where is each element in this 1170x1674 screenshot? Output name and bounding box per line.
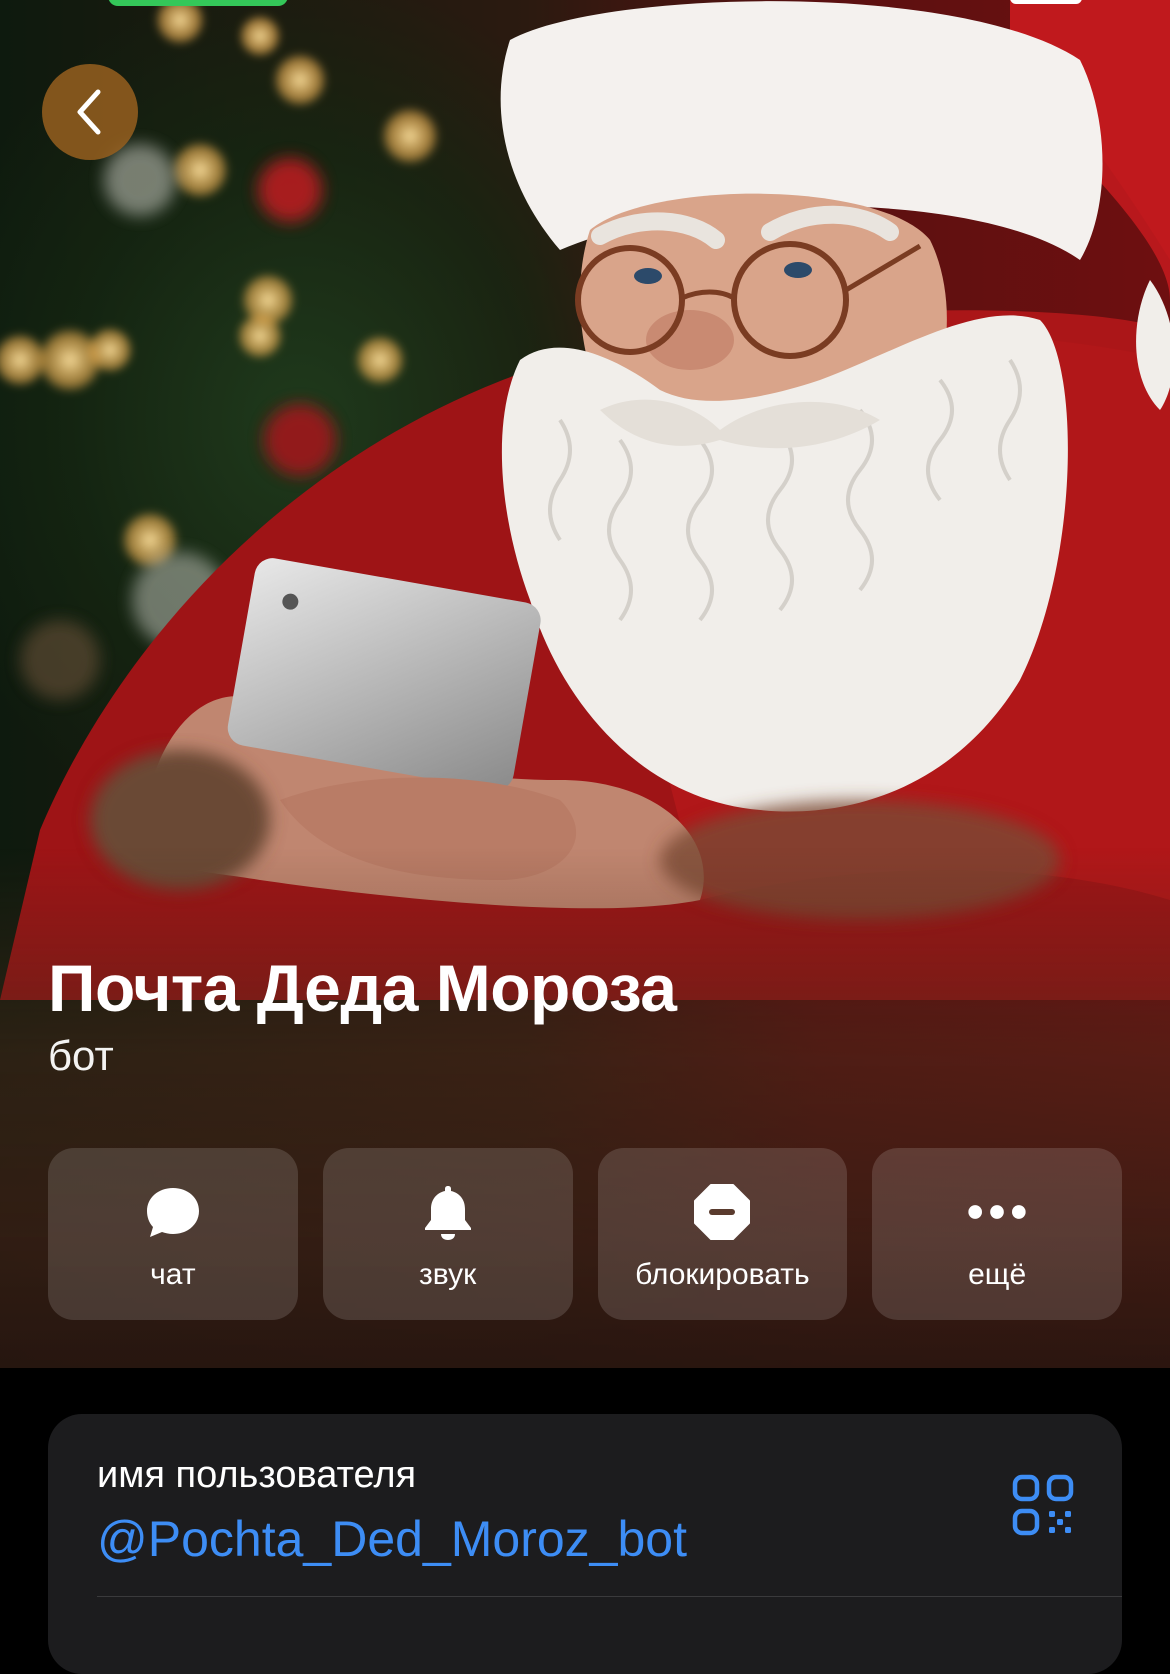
profile-subtitle: бот: [48, 1032, 114, 1079]
info-card: имя пользователя @Pochta_Ded_Moroz_bot: [48, 1414, 1122, 1674]
username-label: имя пользователя: [97, 1454, 417, 1496]
chat-button[interactable]: чат: [48, 1148, 298, 1320]
chevron-left-icon: [77, 89, 101, 135]
bell-icon: [418, 1182, 478, 1242]
more-button-label: ещё: [968, 1258, 1027, 1291]
qr-code-icon: [1012, 1474, 1074, 1536]
action-buttons: чат звук блокировать ещё: [48, 1148, 1122, 1320]
sound-button-label: звук: [419, 1258, 477, 1291]
block-button-label: блокировать: [635, 1258, 810, 1291]
back-button[interactable]: [42, 64, 138, 160]
profile-header: Почта Деда Мороза бот чат звук блокирова…: [0, 0, 1170, 1368]
qr-code-button[interactable]: [1012, 1474, 1074, 1536]
block-button[interactable]: блокировать: [597, 1148, 848, 1320]
block-icon: [692, 1182, 752, 1242]
more-dots-icon: [967, 1182, 1027, 1242]
sound-button[interactable]: звук: [322, 1148, 573, 1320]
battery-icon: [1010, 0, 1082, 4]
more-button[interactable]: ещё: [872, 1148, 1122, 1320]
chat-bubble-icon: [143, 1182, 203, 1242]
info-divider: [97, 1596, 1122, 1597]
profile-name: Почта Деда Мороза: [48, 951, 677, 1025]
username-link[interactable]: @Pochta_Ded_Moroz_bot: [97, 1510, 687, 1568]
chat-button-label: чат: [150, 1258, 196, 1291]
status-bar-call-indicator: [108, 0, 288, 6]
